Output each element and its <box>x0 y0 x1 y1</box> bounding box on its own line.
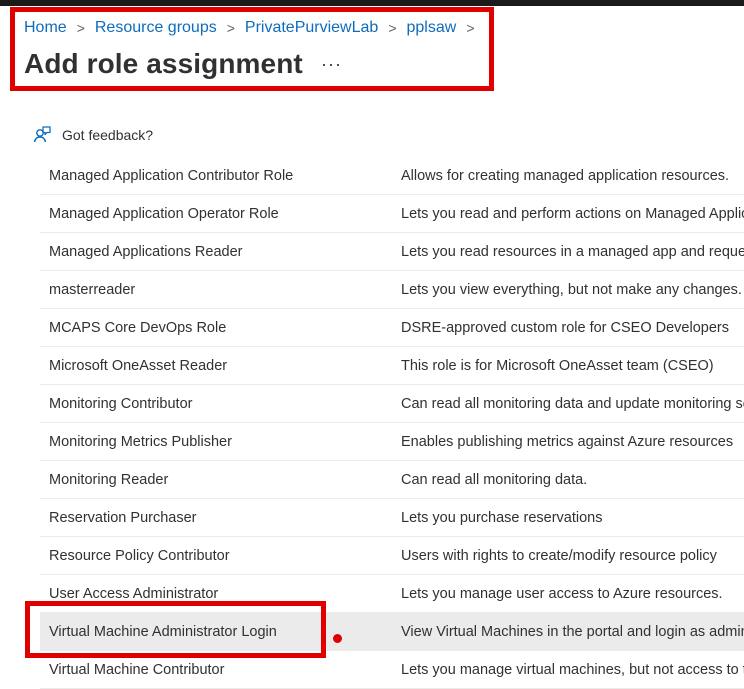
table-row[interactable]: masterreader Lets you view everything, b… <box>40 271 744 309</box>
annotation-dot <box>333 634 342 643</box>
role-name: User Access Administrator <box>49 585 219 602</box>
role-name: Monitoring Reader <box>49 471 169 488</box>
breadcrumb-home[interactable]: Home <box>24 19 67 37</box>
role-description: Lets you view everything, but not make a… <box>401 281 742 298</box>
role-name: Virtual Machine Contributor <box>49 661 225 678</box>
table-row[interactable]: Monitoring Contributor Can read all moni… <box>40 385 744 423</box>
role-description: Allows for creating managed application … <box>401 167 730 184</box>
table-row[interactable]: MCAPS Core DevOps Role DSRE-approved cus… <box>40 309 744 347</box>
table-row[interactable]: Virtual Machine Contributor Lets you man… <box>40 651 744 689</box>
table-row[interactable]: User Access Administrator Lets you manag… <box>40 575 744 613</box>
breadcrumb-resource[interactable]: pplsaw <box>407 19 457 37</box>
feedback-link[interactable]: Got feedback? <box>32 125 153 145</box>
role-name: Managed Application Operator Role <box>49 205 279 222</box>
role-name: Managed Applications Reader <box>49 243 243 260</box>
breadcrumb-resource-group[interactable]: PrivatePurviewLab <box>245 19 378 37</box>
role-name: Reservation Purchaser <box>49 509 197 526</box>
table-row-selected[interactable]: Virtual Machine Administrator Login View… <box>40 613 744 651</box>
chevron-right-icon: > <box>76 20 85 36</box>
role-name: Resource Policy Contributor <box>49 547 230 564</box>
more-options-button[interactable]: ··· <box>321 54 342 75</box>
table-row[interactable]: Microsoft OneAsset Reader This role is f… <box>40 347 744 385</box>
chevron-right-icon: > <box>466 20 475 36</box>
role-name: masterreader <box>49 281 136 298</box>
chevron-right-icon: > <box>388 20 397 36</box>
portal-top-bar <box>0 0 744 6</box>
role-description: Lets you manage user access to Azure res… <box>401 585 723 602</box>
table-row[interactable]: Managed Application Contributor Role All… <box>40 157 744 195</box>
table-row[interactable]: Resource Policy Contributor Users with r… <box>40 537 744 575</box>
table-row[interactable]: Monitoring Metrics Publisher Enables pub… <box>40 423 744 461</box>
role-description: Lets you read resources in a managed app… <box>401 243 744 260</box>
table-row[interactable]: Reservation Purchaser Lets you purchase … <box>40 499 744 537</box>
table-row[interactable]: Monitoring Reader Can read all monitorin… <box>40 461 744 499</box>
page-title: Add role assignment <box>24 48 303 79</box>
feedback-icon <box>32 125 52 145</box>
role-name: MCAPS Core DevOps Role <box>49 319 227 336</box>
role-description: Enables publishing metrics against Azure… <box>401 433 734 450</box>
role-description: Lets you read and perform actions on Man… <box>401 205 744 222</box>
role-name: Microsoft OneAsset Reader <box>49 357 228 374</box>
chevron-right-icon: > <box>226 20 235 36</box>
role-name: Virtual Machine Administrator Login <box>49 623 277 640</box>
role-name: Monitoring Contributor <box>49 395 193 412</box>
table-row[interactable]: Managed Applications Reader Lets you rea… <box>40 233 744 271</box>
role-description: View Virtual Machines in the portal and … <box>401 623 744 640</box>
role-name: Monitoring Metrics Publisher <box>49 433 232 450</box>
breadcrumb: Home > Resource groups > PrivatePurviewL… <box>24 17 485 39</box>
role-description: Can read all monitoring data. <box>401 471 588 488</box>
role-description: Can read all monitoring data and update … <box>401 395 744 412</box>
role-description: Users with rights to create/modify resou… <box>401 547 717 564</box>
role-description: Lets you manage virtual machines, but no… <box>401 661 744 678</box>
role-description: DSRE-approved custom role for CSEO Devel… <box>401 319 729 336</box>
table-row[interactable]: Managed Application Operator Role Lets y… <box>40 195 744 233</box>
role-name: Managed Application Contributor Role <box>49 167 294 184</box>
breadcrumb-resource-groups[interactable]: Resource groups <box>95 19 217 37</box>
role-description: Lets you purchase reservations <box>401 509 603 526</box>
feedback-label: Got feedback? <box>62 127 154 143</box>
role-list: Managed Application Contributor Role All… <box>40 157 744 689</box>
role-description: This role is for Microsoft OneAsset team… <box>401 357 714 374</box>
